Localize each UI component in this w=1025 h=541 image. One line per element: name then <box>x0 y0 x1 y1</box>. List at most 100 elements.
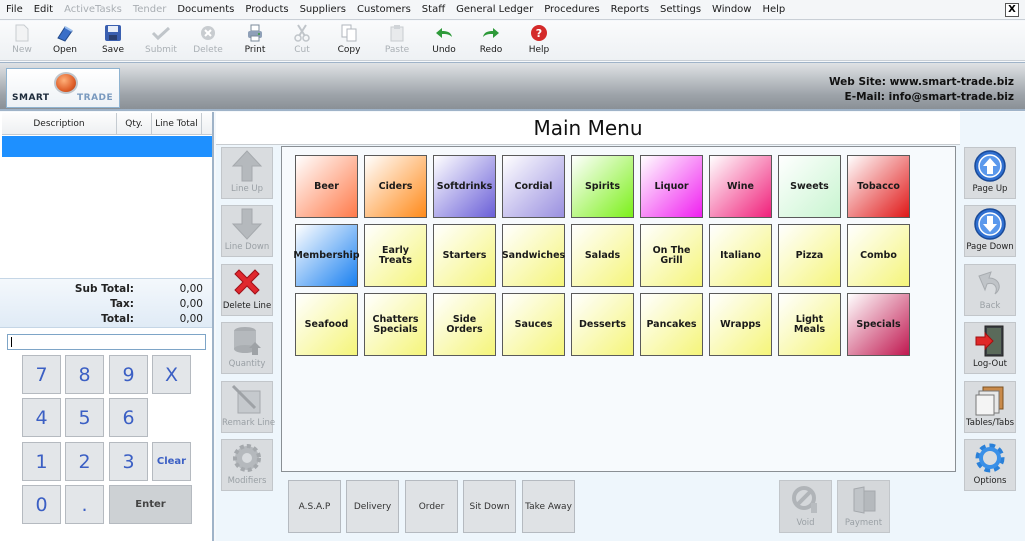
key-4[interactable]: 4 <box>22 398 61 437</box>
category-membership-button[interactable]: Membership <box>293 224 360 287</box>
category-beer-button[interactable]: Beer <box>295 155 358 218</box>
category-specials-button[interactable]: Specials <box>847 293 910 356</box>
key-clear[interactable]: Clear <box>152 442 191 481</box>
menu-tender[interactable]: Tender <box>127 4 172 15</box>
key-enter[interactable]: Enter <box>109 485 192 524</box>
category-softdrinks-button[interactable]: Softdrinks <box>433 155 496 218</box>
key-1[interactable]: 1 <box>22 442 61 481</box>
payment-button[interactable]: Payment <box>837 480 890 533</box>
menu-procedures[interactable]: Procedures <box>538 4 604 15</box>
category-sauces-button[interactable]: Sauces <box>502 293 565 356</box>
menu-edit[interactable]: Edit <box>28 4 58 15</box>
category-seafood-button[interactable]: Seafood <box>295 293 358 356</box>
quantity-button[interactable]: Quantity <box>221 322 273 374</box>
arrow-down-icon <box>222 206 272 242</box>
menu-products[interactable]: Products <box>239 4 293 15</box>
back-button[interactable]: Back <box>964 264 1016 316</box>
key-0[interactable]: 0 <box>22 485 61 524</box>
category-starters-button[interactable]: Starters <box>433 224 496 287</box>
category-early-treats-button[interactable]: Early Treats <box>364 224 427 287</box>
redo-button[interactable]: Redo <box>469 23 513 59</box>
category-tobacco-button[interactable]: Tobacco <box>847 155 910 218</box>
menu-file[interactable]: File <box>0 4 28 15</box>
category-pizza-button[interactable]: Pizza <box>778 224 841 287</box>
line-down-button[interactable]: Line Down <box>221 205 273 257</box>
menu-suppliers[interactable]: Suppliers <box>294 4 351 15</box>
key-backspace-x[interactable]: X <box>152 355 191 394</box>
key-8[interactable]: 8 <box>65 355 104 394</box>
order-type-asap-button[interactable]: A.S.A.P <box>288 480 341 533</box>
category-pancakes-button[interactable]: Pancakes <box>640 293 703 356</box>
delete-button[interactable]: Delete <box>186 23 230 59</box>
new-button[interactable]: New <box>0 23 44 59</box>
menu-settings[interactable]: Settings <box>654 4 706 15</box>
menu-activetasks[interactable]: ActiveTasks <box>58 4 127 15</box>
line-up-button[interactable]: Line Up <box>221 147 273 199</box>
menu-documents[interactable]: Documents <box>171 4 239 15</box>
key-9[interactable]: 9 <box>109 355 148 394</box>
void-button[interactable]: Void <box>779 480 832 533</box>
delete-line-button[interactable]: Delete Line <box>221 264 273 316</box>
copy-button[interactable]: Copy <box>327 23 371 59</box>
menu-staff[interactable]: Staff <box>416 4 450 15</box>
column-description[interactable]: Description <box>2 113 117 134</box>
checkmark-icon <box>139 23 183 43</box>
tables-tabs-button[interactable]: Tables/Tabs <box>964 381 1016 433</box>
order-type-take-away-button[interactable]: Take Away <box>522 480 575 533</box>
exit-door-icon <box>965 323 1015 359</box>
menu-help[interactable]: Help <box>756 4 790 15</box>
key-6[interactable]: 6 <box>109 398 148 437</box>
key-decimal[interactable]: . <box>65 485 104 524</box>
modifiers-button[interactable]: Modifiers <box>221 439 273 491</box>
menu-general-ledger[interactable]: General Ledger <box>450 4 538 15</box>
key-2[interactable]: 2 <box>65 442 104 481</box>
category-sandwiches-button[interactable]: Sandwiches <box>502 224 565 287</box>
page-down-button[interactable]: Page Down <box>964 205 1016 257</box>
order-type-sit-down-button[interactable]: Sit Down <box>463 480 516 533</box>
contact-info: Web Site: www.smart-trade.biz E-Mail: in… <box>829 75 1014 105</box>
cut-button[interactable]: Cut <box>280 23 324 59</box>
category-spirits-button[interactable]: Spirits <box>571 155 634 218</box>
menu-customers[interactable]: Customers <box>351 4 416 15</box>
save-button[interactable]: Save <box>91 23 135 59</box>
page-up-button[interactable]: Page Up <box>964 147 1016 199</box>
undo-button[interactable]: Undo <box>422 23 466 59</box>
remark-line-button[interactable]: Remark Line <box>221 381 275 433</box>
order-type-order-button[interactable]: Order <box>405 480 458 533</box>
category-wrapps-button[interactable]: Wrapps <box>709 293 772 356</box>
category-combo-button[interactable]: Combo <box>847 224 910 287</box>
paste-button[interactable]: Paste <box>375 23 419 59</box>
help-button[interactable]: ? Help <box>517 23 561 59</box>
key-7[interactable]: 7 <box>22 355 61 394</box>
options-label: Options <box>973 476 1007 486</box>
category-side-orders-button[interactable]: Side Orders <box>433 293 496 356</box>
menu-reports[interactable]: Reports <box>605 4 654 15</box>
category-salads-button[interactable]: Salads <box>571 224 634 287</box>
category-sweets-button[interactable]: Sweets <box>778 155 841 218</box>
selected-order-row[interactable] <box>2 136 212 157</box>
tables-tabs-label: Tables/Tabs <box>965 418 1015 428</box>
open-button[interactable]: Open <box>43 23 87 59</box>
category-wine-button[interactable]: Wine <box>709 155 772 218</box>
category-cordial-button[interactable]: Cordial <box>502 155 565 218</box>
key-5[interactable]: 5 <box>65 398 104 437</box>
close-window-button[interactable]: X <box>1005 3 1019 17</box>
category-on-the-grill-button[interactable]: On The Grill <box>640 224 703 287</box>
category-liquor-button[interactable]: Liquor <box>640 155 703 218</box>
print-button[interactable]: Print <box>233 23 277 59</box>
menu-window[interactable]: Window <box>706 4 756 15</box>
category-italiano-button[interactable]: Italiano <box>709 224 772 287</box>
category-ciders-button[interactable]: Ciders <box>364 155 427 218</box>
column-qty[interactable]: Qty. <box>117 113 152 134</box>
submit-button[interactable]: Submit <box>139 23 183 59</box>
category-chatters-specials-button[interactable]: Chatters Specials <box>364 293 427 356</box>
category-light-meals-button[interactable]: Light Meals <box>778 293 841 356</box>
order-type-delivery-button[interactable]: Delivery <box>346 480 399 533</box>
delete-circle-icon <box>186 23 230 43</box>
options-button[interactable]: Options <box>964 439 1016 491</box>
category-desserts-button[interactable]: Desserts <box>571 293 634 356</box>
keypad-input[interactable] <box>7 334 206 350</box>
key-3[interactable]: 3 <box>109 442 148 481</box>
logout-button[interactable]: Log-Out <box>964 322 1016 374</box>
column-line-total[interactable]: Line Total <box>152 113 202 134</box>
